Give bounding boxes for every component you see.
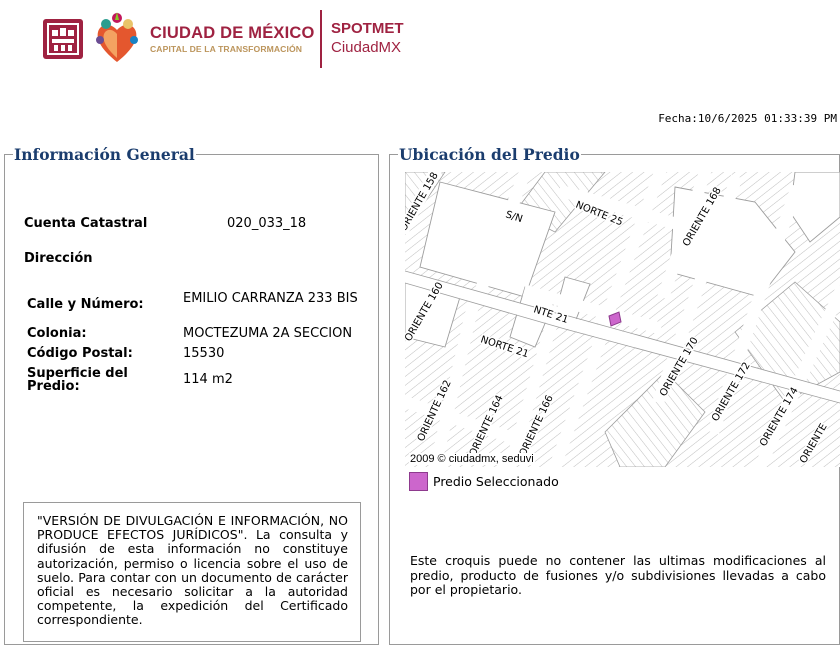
report-date: Fecha:10/6/2025 01:33:39 PM bbox=[658, 112, 837, 125]
legal-disclaimer: "VERSIÓN DE DIVULGACIÓN E INFORMACIÓN, N… bbox=[23, 502, 361, 642]
app-subtitle: CiudadMX bbox=[331, 39, 402, 56]
codigo-postal-label: Código Postal: bbox=[27, 346, 133, 361]
location-title: Ubicación del Predio bbox=[399, 145, 580, 164]
header: CIUDAD DE MÉXICO CAPITAL DE LA TRANSFORM… bbox=[0, 0, 840, 90]
calle-value: EMILIO CARRANZA 233 BIS bbox=[183, 291, 358, 306]
brand-tagline: CAPITAL DE LA TRANSFORMACIÓN bbox=[150, 44, 303, 54]
direccion-label: Dirección bbox=[24, 251, 93, 266]
app-name: SPOTMET bbox=[331, 20, 404, 37]
coat-of-arms-icon bbox=[43, 19, 83, 59]
heart-logo-icon bbox=[96, 12, 138, 62]
selected-parcel-swatch bbox=[409, 472, 428, 491]
map-canvas: ORIENTE 158 S/N NORTE 25 ORIENTE 168 ORI… bbox=[405, 172, 840, 467]
brand-name: CIUDAD DE MÉXICO bbox=[150, 24, 315, 42]
cuenta-catastral-label: Cuenta Catastral bbox=[24, 216, 148, 231]
superficie-value: 114 m2 bbox=[183, 372, 233, 387]
calle-label: Calle y Número: bbox=[27, 297, 144, 312]
colonia-label: Colonia: bbox=[27, 326, 87, 341]
general-info-title: Información General bbox=[14, 145, 195, 164]
cuenta-catastral-value: 020_033_18 bbox=[227, 216, 307, 231]
map-credit: 2009 © ciudadmx, seduvi bbox=[409, 453, 535, 465]
brand-separator bbox=[320, 10, 322, 68]
colonia-value: MOCTEZUMA 2A SECCION bbox=[183, 326, 353, 341]
codigo-postal-value: 15530 bbox=[183, 346, 225, 361]
map-disclaimer: Este croquis puede no contener las ultim… bbox=[410, 553, 826, 597]
superficie-label: Superficie del Predio: bbox=[27, 366, 128, 394]
parcel-map[interactable]: ORIENTE 158 S/N NORTE 25 ORIENTE 168 ORI… bbox=[405, 172, 840, 467]
selected-parcel-legend: Predio Seleccionado bbox=[433, 474, 559, 489]
